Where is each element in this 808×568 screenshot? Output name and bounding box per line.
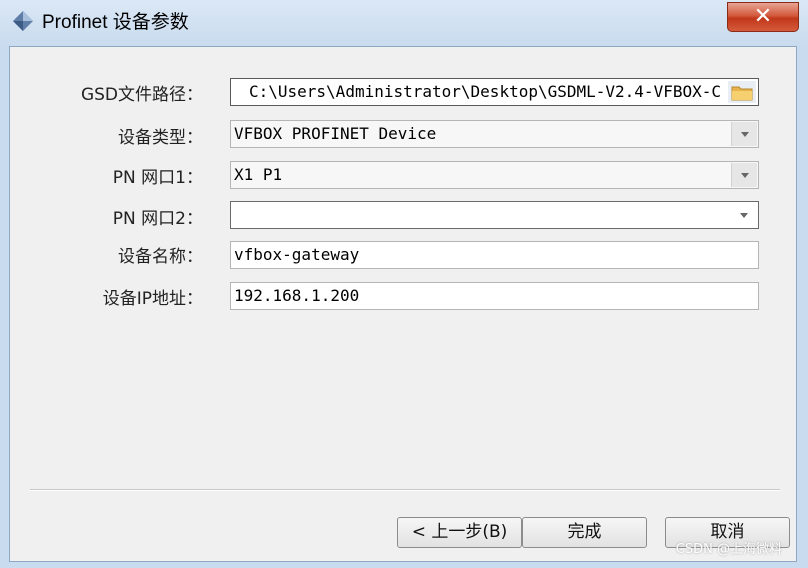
pn-port1-select[interactable]: X1 P1 bbox=[230, 161, 759, 189]
window-title: Profinet 设备参数 bbox=[42, 12, 189, 33]
device-type-label: 设备类型： bbox=[118, 128, 203, 148]
pn-port2-label: PN 网口2： bbox=[112, 209, 203, 229]
watermark: CSDN @上海微料 bbox=[675, 542, 782, 557]
device-type-select[interactable]: VFBOX PROFINET Device bbox=[230, 120, 759, 148]
title-bar[interactable]: Profinet 设备参数 ✕ bbox=[0, 0, 808, 46]
folder-icon bbox=[731, 86, 753, 101]
dialog-body: GSD文件路径： C:\Users\Administrator\Desktop\… bbox=[9, 46, 797, 562]
pn-port1-label: PN 网口1： bbox=[112, 168, 203, 188]
button-separator bbox=[30, 489, 780, 491]
chevron-down-icon[interactable] bbox=[731, 203, 757, 227]
browse-folder-button[interactable] bbox=[728, 81, 756, 103]
gsd-path-label: GSD文件路径： bbox=[80, 85, 203, 105]
device-ip-input[interactable]: 192.168.1.200 bbox=[230, 282, 759, 310]
chevron-down-icon[interactable] bbox=[731, 122, 757, 146]
pn-port2-select[interactable] bbox=[230, 201, 759, 229]
device-name-input[interactable]: vfbox-gateway bbox=[230, 241, 759, 269]
finish-button[interactable]: 完成 bbox=[522, 517, 647, 548]
gsd-path-value: C:\Users\Administrator\Desktop\GSDML-V2.… bbox=[248, 82, 721, 101]
device-name-label: 设备名称： bbox=[118, 247, 203, 267]
back-button[interactable]: < 上一步(B) bbox=[397, 517, 522, 548]
device-type-value: VFBOX PROFINET Device bbox=[234, 124, 437, 143]
close-button[interactable]: ✕ bbox=[727, 2, 799, 32]
chevron-down-icon[interactable] bbox=[731, 163, 757, 187]
app-diamond-icon bbox=[13, 11, 33, 31]
close-icon: ✕ bbox=[753, 4, 773, 29]
profinet-device-dialog: Profinet 设备参数 ✕ GSD文件路径： C:\Users\Admini… bbox=[0, 0, 808, 568]
device-ip-label: 设备IP地址： bbox=[102, 289, 203, 309]
pn-port1-value: X1 P1 bbox=[234, 165, 283, 184]
gsd-path-field[interactable]: C:\Users\Administrator\Desktop\GSDML-V2.… bbox=[230, 78, 759, 106]
